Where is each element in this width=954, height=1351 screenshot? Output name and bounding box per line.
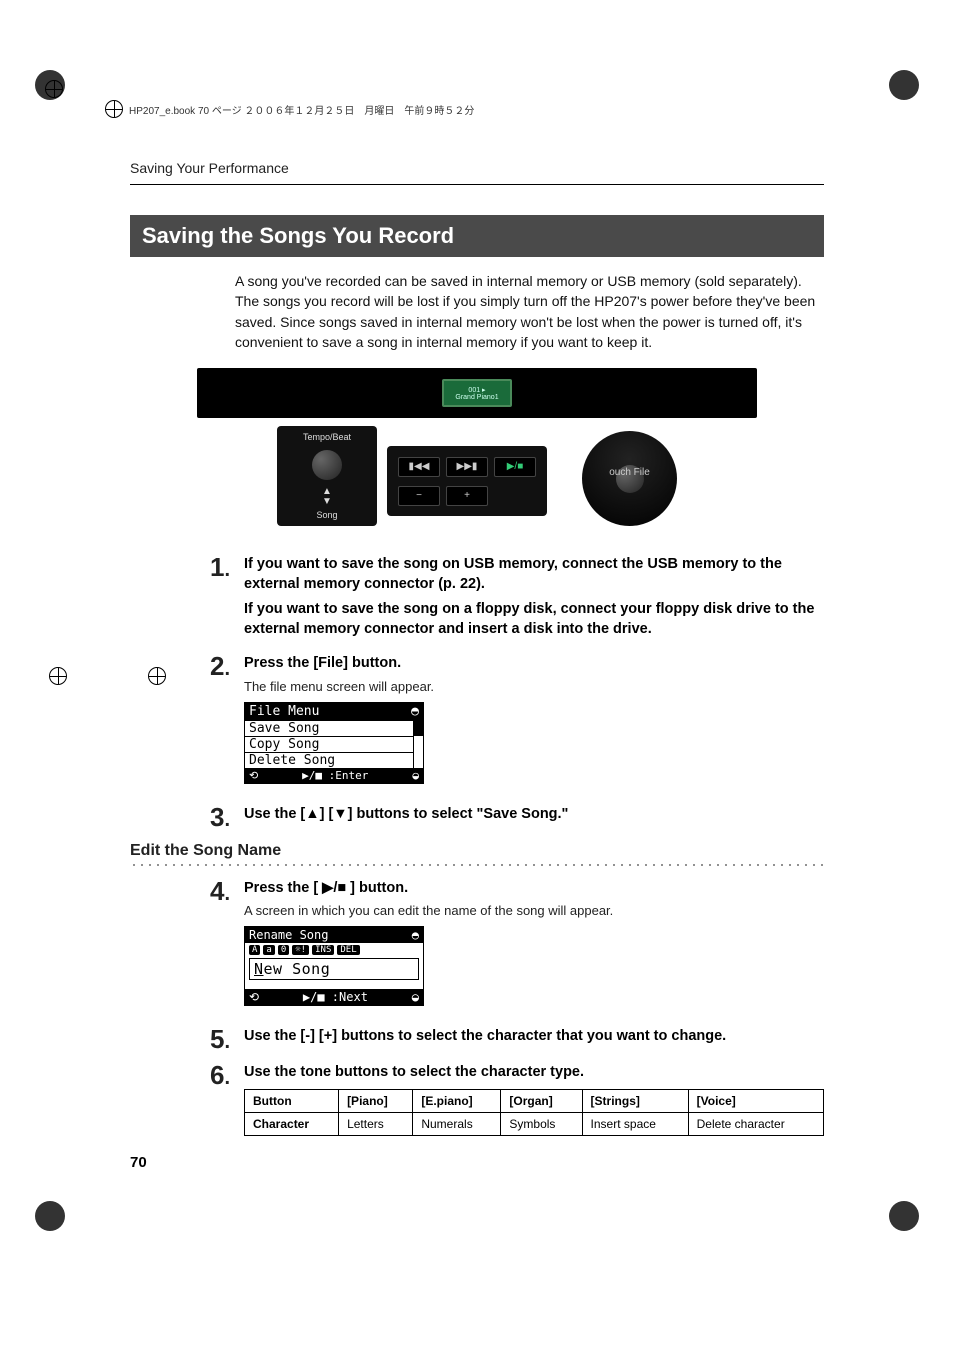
next-track-icon: ▶▶▮ (446, 457, 488, 477)
running-head: Saving Your Performance (130, 160, 824, 185)
table-cell: Letters (339, 1112, 413, 1135)
step-subtext: The file menu screen will appear. (244, 678, 824, 696)
print-header-text: HP207_e.book 70 ページ ２００６年１２月２５日 月曜日 午前９時… (129, 102, 474, 117)
menu-item: Delete Song (245, 752, 413, 768)
section-heading: Saving the Songs You Record (130, 215, 824, 257)
back-icon: ⟲ (249, 990, 259, 1004)
chip: 0 (278, 945, 289, 955)
prev-track-icon: ▮◀◀ (398, 457, 440, 477)
char-type-chips: A a 0 ☼! INS DEL (249, 945, 419, 955)
song-label: Song (316, 510, 337, 520)
up-arrow-icon: ◓ (412, 928, 419, 942)
screen-footer: ▶/■ :Next (303, 990, 368, 1004)
menu-item: Save Song (245, 720, 413, 736)
table-cell: Symbols (501, 1112, 582, 1135)
step-lead: Use the [-] [+] buttons to select the ch… (244, 1026, 824, 1046)
crop-circle-tr (889, 70, 919, 100)
chip: DEL (337, 945, 359, 955)
step-lead: If you want to save the song on a floppy… (244, 599, 824, 640)
transport-controls: ▮◀◀ ▶▶▮ ▶/■ − + (387, 446, 547, 516)
tempo-knob-icon (312, 450, 342, 480)
subheading-edit-song-name: Edit the Song Name (130, 842, 824, 860)
file-menu-screenshot: File Menu ◓ Save Song Copy Song Delete S… (244, 702, 424, 784)
tempo-beat-control: Tempo/Beat ▲▼ Song (277, 426, 377, 526)
step-4: 4. Press the [ ▶/■ ] button. A screen in… (200, 878, 824, 1016)
table-header: [E.piano] (413, 1089, 501, 1112)
up-arrow-icon: ◓ (411, 704, 419, 719)
plus-button-icon: + (446, 486, 488, 506)
table-header: Button (245, 1089, 339, 1112)
step-lead: Press the [File] button. (244, 653, 824, 673)
menu-item: Copy Song (245, 736, 413, 752)
step-lead: Use the [▲] [▼] buttons to select "Save … (244, 804, 824, 824)
step-lead: Use the tone buttons to select the chara… (244, 1062, 824, 1082)
screen-title: File Menu (249, 704, 319, 719)
step-number: 1. (200, 554, 230, 643)
rename-song-screenshot: Rename Song ◓ A a 0 ☼! INS DEL New Song (244, 926, 424, 1006)
back-icon: ⟲ (249, 769, 258, 782)
table-cell: Character (245, 1112, 339, 1135)
control-panel-overview: 001 ▸ Grand Piano1 (197, 368, 757, 418)
down-arrow-icon: ◒ (412, 769, 419, 782)
lcd-line: Grand Piano1 (444, 394, 510, 401)
table-header: [Piano] (339, 1089, 413, 1112)
step-number: 6. (200, 1062, 230, 1135)
file-label: ouch File (609, 467, 650, 478)
step-number: 2. (200, 653, 230, 793)
lcd-line: 001 ▸ (444, 386, 510, 394)
chip: a (263, 945, 274, 955)
crop-circle-bl (35, 1201, 65, 1231)
crop-circle-br (889, 1201, 919, 1231)
chip: A (249, 945, 260, 955)
step-6: 6. Use the tone buttons to select the ch… (200, 1062, 824, 1135)
panel-lcd: 001 ▸ Grand Piano1 (442, 379, 512, 407)
up-down-arrows-icon: ▲▼ (322, 487, 332, 507)
step-5: 5. Use the [-] [+] buttons to select the… (200, 1026, 824, 1052)
registration-mark-icon (105, 100, 123, 118)
step-subtext: A screen in which you can edit the name … (244, 902, 824, 920)
tempo-label: Tempo/Beat (303, 432, 351, 442)
dotted-rule (130, 862, 824, 868)
step-lead: If you want to save the song on USB memo… (244, 554, 824, 595)
table-cell: Delete character (688, 1112, 823, 1135)
table-cell: Numerals (413, 1112, 501, 1135)
play-stop-icon: ▶/■ (494, 457, 536, 477)
registration-mark-icon (49, 667, 67, 685)
screen-footer: ▶/■ :Enter (302, 769, 368, 782)
screen-title: Rename Song (249, 928, 328, 942)
step-1: 1. If you want to save the song on USB m… (200, 554, 824, 643)
table-header: [Strings] (582, 1089, 688, 1112)
step-number: 3. (200, 804, 230, 830)
chip: ☼! (292, 945, 309, 955)
step-number: 4. (200, 878, 230, 1016)
table-row: Character Letters Numerals Symbols Inser… (245, 1112, 824, 1135)
table-header: [Organ] (501, 1089, 582, 1112)
down-arrow-icon: ◒ (412, 990, 419, 1004)
page-number: 70 (130, 1154, 147, 1171)
character-type-table: Button [Piano] [E.piano] [Organ] [String… (244, 1089, 824, 1136)
chip: INS (312, 945, 334, 955)
registration-mark-icon (45, 80, 63, 98)
file-button-zoom: ouch File (582, 431, 677, 526)
intro-paragraph: A song you've recorded can be saved in i… (235, 271, 824, 352)
table-header: [Voice] (688, 1089, 823, 1112)
table-row: Button [Piano] [E.piano] [Organ] [String… (245, 1089, 824, 1112)
step-3: 3. Use the [▲] [▼] buttons to select "Sa… (200, 804, 824, 830)
song-name-field: New Song (249, 958, 419, 980)
step-lead: Press the [ ▶/■ ] button. (244, 878, 824, 898)
table-cell: Insert space (582, 1112, 688, 1135)
step-number: 5. (200, 1026, 230, 1052)
print-header: HP207_e.book 70 ページ ２００６年１２月２５日 月曜日 午前９時… (105, 100, 824, 118)
step-2: 2. Press the [File] button. The file men… (200, 653, 824, 793)
minus-button-icon: − (398, 486, 440, 506)
panel-zoom-area: Tempo/Beat ▲▼ Song ▮◀◀ ▶▶▮ ▶/■ − + ouch … (277, 426, 677, 536)
